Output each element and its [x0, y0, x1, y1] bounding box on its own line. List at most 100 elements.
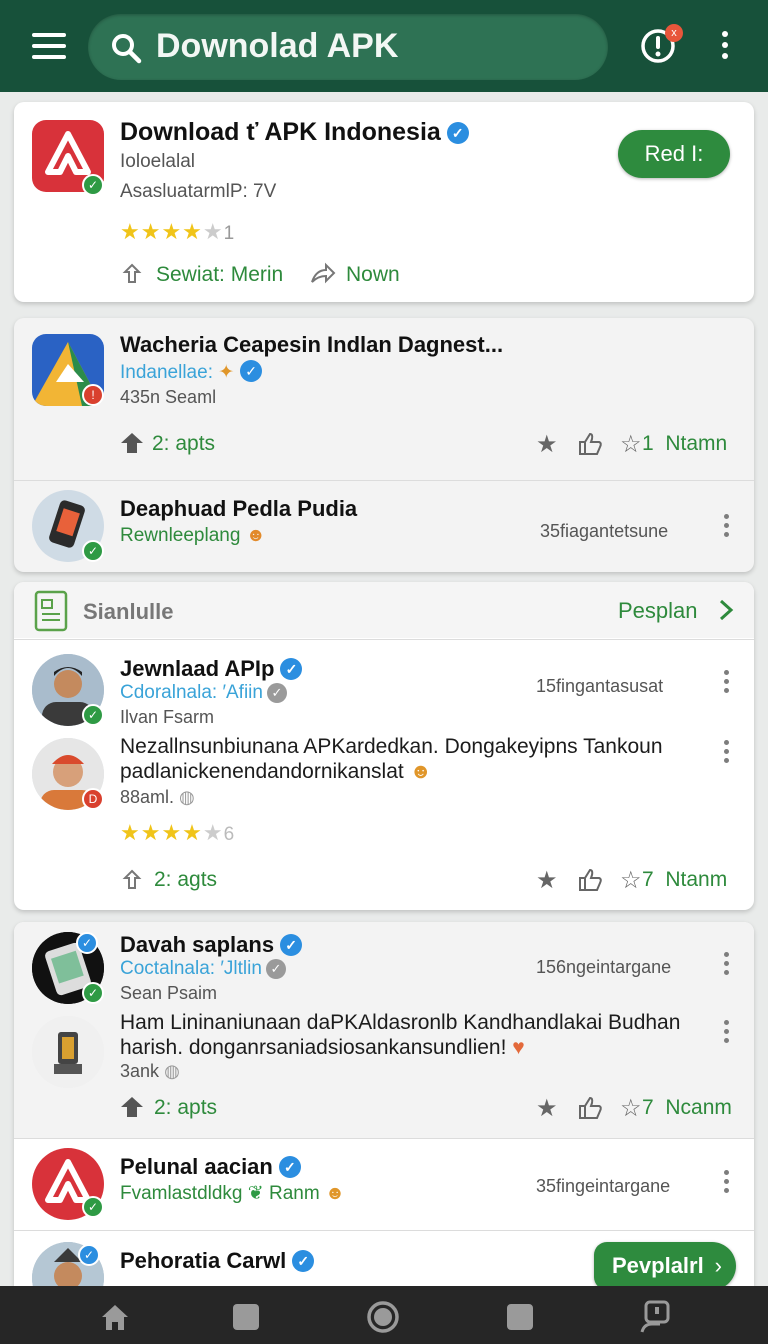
post2-text: Nezallnsunbiunana APKardedkan. Dongakeyi… [120, 735, 663, 783]
post2-stat: 7 [642, 868, 654, 891]
star-icon[interactable]: ★ [536, 1094, 558, 1123]
search-icon [112, 34, 142, 64]
featured-action1[interactable]: Sewiat: Merin [156, 263, 283, 287]
featured-action2[interactable]: Nown [346, 263, 400, 287]
verified-icon: ✓ [446, 122, 469, 144]
more-vertical-icon[interactable] [721, 740, 731, 766]
star-icon[interactable]: ★ [536, 866, 558, 895]
like-icon[interactable] [577, 432, 603, 456]
post2-text: Ham Lininaniunaan daPKAldasronlb Kandhan… [120, 1011, 681, 1059]
row3-extra: Ranm [268, 1183, 320, 1204]
post2-stat-label: Ntanm [665, 868, 728, 891]
rating-stars: ★★★★★1 [120, 219, 236, 244]
post2-count[interactable]: 2: apts [154, 1096, 217, 1120]
more-vertical-icon[interactable] [720, 31, 730, 61]
feed-section-card: Sianlulle Pesplan ✓ Jewnlaad APIp ✓ Cdora… [14, 582, 754, 910]
app-list-card: ! Wacheria Ceapesin Indlan Dagnest... In… [14, 318, 754, 572]
row1-meta: 435n Seaml [120, 387, 217, 407]
post1-handle: Cdoralnala: ′Afiin [120, 682, 263, 703]
post1-handle: Coctalnala: ′Jltlin [120, 958, 262, 979]
globe-icon: ◍ [164, 1061, 180, 1081]
featured-line1: Ioloelalal [120, 151, 195, 172]
section-link[interactable]: Pesplan [618, 598, 698, 624]
home-icon[interactable] [100, 1302, 130, 1332]
row1-stat-label: Ntamn [665, 432, 728, 455]
post1-meta: Sean Psaim [120, 983, 218, 1003]
post1-name: Jewnlaad APIp [120, 656, 275, 681]
row1-subtitle: Indanellae: [120, 362, 213, 383]
share-icon[interactable] [120, 868, 144, 892]
featured-line2: AsasluatarmlP: 7V [120, 181, 277, 202]
upvote-icon[interactable] [120, 432, 144, 454]
bottom-navigation-bar [0, 1286, 768, 1344]
verified-icon: ✓ [240, 360, 263, 382]
share-icon[interactable] [120, 262, 144, 286]
badge-icon: D [82, 788, 104, 810]
app-badge-icon: ! [82, 384, 104, 406]
avatar [32, 1016, 104, 1088]
star-outline-icon[interactable]: ☆ [620, 866, 642, 895]
featured-title: Download ť APK Indonesia [120, 118, 441, 146]
like-icon[interactable] [577, 1096, 603, 1120]
featured-button[interactable]: Red I: [618, 130, 730, 178]
document-icon [34, 590, 68, 632]
more-vertical-icon[interactable] [721, 514, 731, 540]
chevron-right-icon[interactable] [718, 598, 734, 622]
menu-icon[interactable] [32, 33, 66, 59]
circle-icon[interactable] [366, 1300, 400, 1334]
star-outline-icon[interactable]: ☆ [620, 1094, 642, 1123]
square-icon[interactable] [231, 1302, 261, 1332]
check-icon: ✓ [82, 704, 104, 726]
star-icon[interactable]: ★ [536, 430, 558, 459]
verified-icon: ✓ [280, 934, 303, 956]
row1-title: Wacheria Ceapesin Indlan Dagnest... [120, 332, 504, 357]
profile-icon[interactable] [640, 1300, 672, 1334]
row2-title: Deaphuad Pedla Pudia [120, 496, 358, 521]
post1-time: 156ngeintargane [536, 957, 672, 977]
verified-icon: ✓ [278, 1156, 301, 1178]
row4-button[interactable]: Pevplalrl › [594, 1242, 736, 1286]
verified-gray-icon: ✓ [266, 683, 287, 703]
row4-title: Pehoratia Carwl [120, 1248, 287, 1273]
emoji-icon: ☻ [245, 525, 266, 546]
more-vertical-icon[interactable] [721, 952, 731, 978]
row2-subtitle: Rewnleeplang [120, 525, 241, 546]
like-icon[interactable] [577, 868, 603, 892]
square-icon[interactable] [505, 1302, 535, 1332]
row1-count[interactable]: 2: apts [152, 432, 215, 456]
rating-stars: ★★★★★6 [120, 820, 236, 845]
heart-icon: ♥ [512, 1036, 525, 1059]
upvote-icon[interactable] [120, 1096, 144, 1118]
search-bar[interactable]: Downolad APK [88, 14, 608, 80]
row3-subtitle: Fvamlastdldkg [120, 1183, 243, 1204]
emoji-icon: ✦ [212, 362, 235, 383]
notification-badge: x [665, 24, 683, 42]
star-outline-icon[interactable]: ☆ [620, 430, 642, 459]
featured-app-card[interactable]: ✓ Download ť APK Indonesia ✓ Ioloelalal A… [14, 102, 754, 302]
row3-title: Pelunal aacian [120, 1154, 273, 1179]
more-vertical-icon[interactable] [721, 1170, 731, 1196]
search-text: Downolad APK [156, 27, 399, 65]
more-vertical-icon[interactable] [721, 1020, 731, 1046]
check-icon: ✓ [82, 174, 104, 196]
post2-stat: 7 [642, 1096, 654, 1119]
post2-meta: 3ank [120, 1061, 160, 1081]
verified-gray-icon: ✓ [265, 959, 286, 979]
check-icon: ✓ [82, 1196, 104, 1218]
divider [14, 639, 754, 640]
forward-icon[interactable] [310, 262, 336, 286]
check-icon: ✓ [78, 1244, 100, 1266]
leaf-icon: ❦ [247, 1183, 264, 1204]
feed-card: ✓ ✓ Davah saplans ✓ Coctalnala: ′Jltlin ✓ … [14, 922, 754, 1286]
check-icon: ✓ [82, 982, 104, 1004]
check-icon: ✓ [82, 540, 104, 562]
post1-name: Davah saplans [120, 932, 275, 957]
post2-count[interactable]: 2: agts [154, 868, 217, 892]
divider [14, 1138, 754, 1139]
more-vertical-icon[interactable] [721, 670, 731, 696]
top-app-bar: Downolad APK x [0, 0, 768, 92]
divider [14, 480, 754, 481]
divider [14, 1230, 754, 1231]
post1-meta: Ilvan Fsarm [120, 707, 215, 727]
post1-time: 15fingantasusat [536, 676, 664, 696]
